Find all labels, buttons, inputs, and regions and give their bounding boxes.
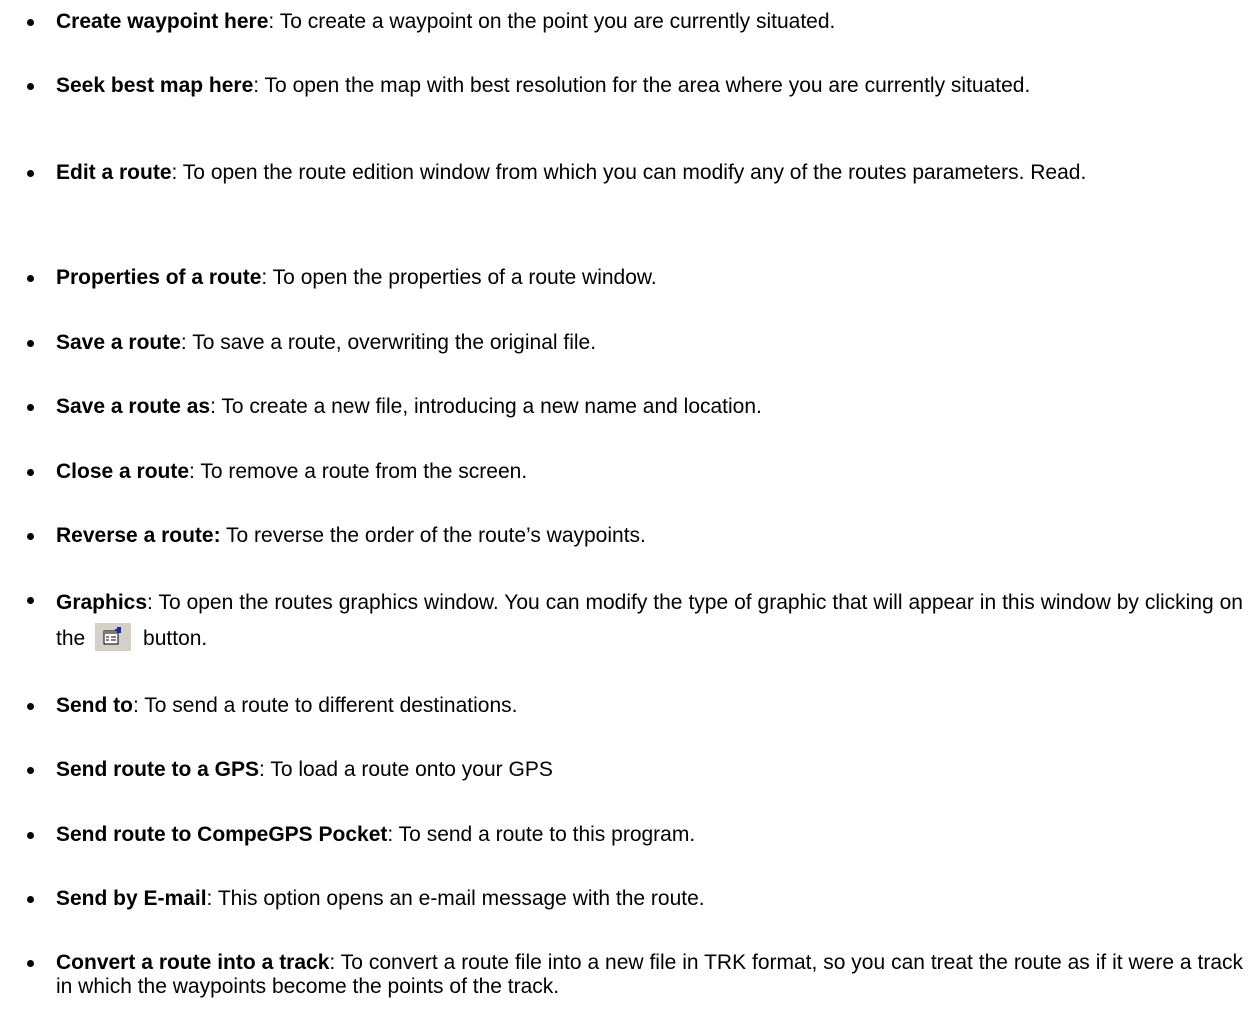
item-description: : To send a route to this program. (387, 823, 696, 846)
item-description: : To save a route, overwriting the origi… (180, 331, 597, 354)
item-term: Send by E-mail (56, 887, 207, 910)
item-term: Graphics (56, 591, 148, 614)
item-description: To reverse the order of the route’s wayp… (220, 524, 646, 547)
bullet (27, 960, 34, 967)
bullet (27, 832, 34, 839)
bullet (27, 340, 34, 347)
bullet (27, 404, 34, 411)
item-description: : To load a route onto your GPS (259, 758, 553, 781)
item-description: : To open the map with best resolution f… (253, 74, 1031, 97)
bullet (27, 767, 34, 774)
item-description: : To open the routes graphics window. Yo… (56, 591, 1243, 650)
item-term: Save a route (56, 331, 181, 354)
bullet (27, 275, 34, 282)
item-description: : To create a new file, introducing a ne… (210, 395, 762, 418)
bullet (27, 896, 34, 903)
item-term: Send to (56, 694, 133, 717)
item-term: Send route to a GPS (56, 758, 260, 781)
item-term: Properties of a route (56, 266, 262, 289)
bullet (27, 170, 34, 177)
bullet (27, 597, 34, 604)
item-term: Save a route as (56, 395, 211, 418)
bullet (27, 703, 34, 710)
item-term: Reverse a route: (56, 524, 221, 547)
item-description: : To create a waypoint on the point you … (268, 10, 836, 33)
item-description: : To remove a route from the screen. (189, 460, 528, 483)
item-term: Convert a route into a track (56, 951, 330, 974)
bullet (27, 19, 34, 26)
item-term: Send route to CompeGPS Pocket (56, 823, 388, 846)
item-description: : This option opens an e-mail message wi… (206, 887, 705, 910)
item-term: Create waypoint here (56, 10, 269, 33)
item-term: Edit a route (56, 161, 172, 184)
item-term: Close a route (56, 460, 190, 483)
bullet (27, 83, 34, 90)
item-description: : To send a route to different destinati… (133, 694, 518, 717)
item-term: Seek best map here (56, 74, 254, 97)
item-description: : To open the properties of a route wind… (261, 266, 657, 289)
item-description-after: button. (137, 627, 208, 650)
bullet (27, 469, 34, 476)
item-description: : To open the route edition window from … (171, 161, 1087, 184)
bullet (27, 533, 34, 540)
graph-properties-icon (95, 623, 132, 651)
